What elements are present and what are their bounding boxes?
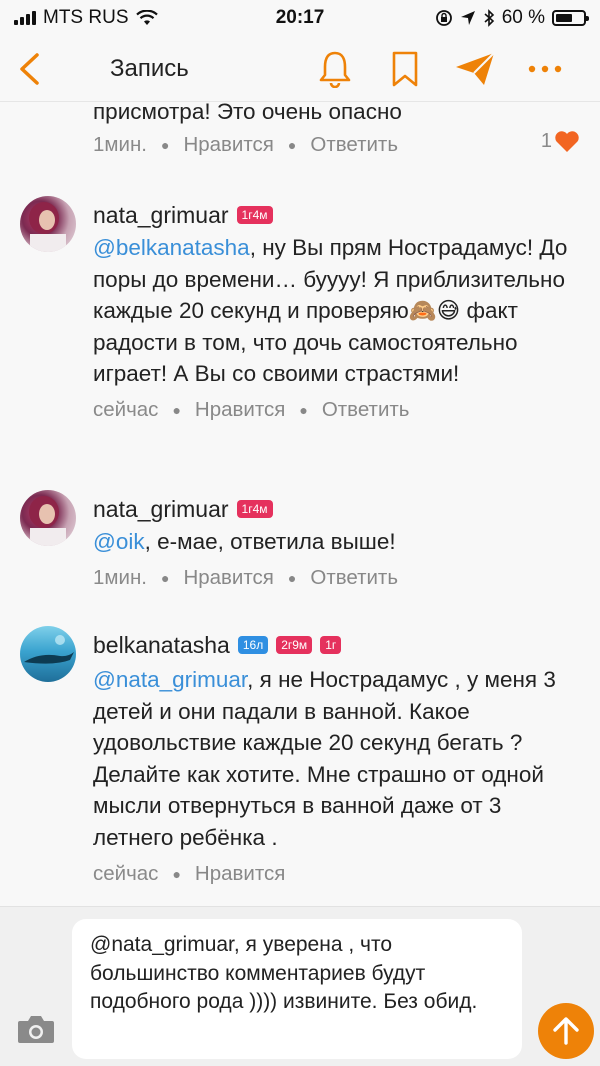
heart-icon: [555, 131, 579, 152]
comment-time: сейчас: [93, 397, 159, 421]
author-line: belkanatasha 16л 2г9м 1г: [93, 630, 583, 660]
navbar: Запись: [0, 36, 600, 102]
separator-dot: ●: [172, 401, 181, 418]
author-badge: 16л: [237, 636, 269, 654]
author-name[interactable]: nata_grimuar: [93, 202, 229, 229]
comment-meta: сейчас ● Нравится: [93, 859, 583, 889]
share-button[interactable]: [440, 36, 510, 102]
status-left: MTS RUS: [14, 7, 158, 29]
mention-link[interactable]: @belkanatasha: [93, 235, 250, 260]
bell-icon: [319, 51, 351, 88]
signal-icon: [14, 11, 36, 25]
separator-dot: ●: [287, 569, 297, 586]
back-button[interactable]: [0, 36, 58, 102]
comment-meta: сейчас ● Нравится ● Ответить: [93, 395, 583, 425]
comment-time: 1мин.: [93, 565, 147, 589]
bookmark-button[interactable]: [370, 36, 440, 102]
comment-text-part: , е-мае, ответила выше!: [144, 529, 396, 554]
comments-feed[interactable]: присмотра! Это очень опасно 1мин. ● Нрав…: [0, 102, 600, 906]
avatar-image: [29, 202, 66, 252]
avatar[interactable]: [20, 626, 76, 682]
reply-button[interactable]: Ответить: [310, 566, 398, 590]
avatar[interactable]: [20, 196, 76, 252]
separator-dot: ●: [172, 866, 181, 882]
author-line: nata_grimuar 1г4м: [93, 494, 583, 524]
nav-actions: [300, 36, 580, 102]
attach-photo-button[interactable]: [16, 1013, 56, 1049]
mention-link[interactable]: @oik: [93, 529, 145, 554]
bluetooth-icon: [484, 9, 494, 27]
mention-link[interactable]: @nata_grimuar: [93, 667, 247, 692]
more-button[interactable]: [510, 36, 580, 102]
battery-percent: 60 %: [501, 7, 545, 28]
author-line: nata_grimuar 1г4м: [93, 200, 583, 230]
comment-meta: 1мин. ● Нравится ● Ответить: [93, 563, 583, 593]
avatar-image: [24, 635, 74, 664]
carrier-label: MTS RUS: [43, 7, 129, 28]
comment-text: @belkanatasha, ну Вы прям Нострадамус! Д…: [93, 232, 583, 390]
like-button[interactable]: Нравится: [183, 566, 273, 590]
author-badge: 1г: [320, 636, 342, 654]
author-badge: 1г4м: [236, 500, 273, 518]
comment-composer: @nata_grimuar, я уверена , что большинст…: [0, 906, 600, 1066]
location-icon: [460, 11, 475, 25]
wifi-icon: [135, 10, 158, 25]
like-button[interactable]: Нравится: [183, 133, 273, 157]
like-button[interactable]: Нравится: [195, 398, 285, 422]
like-button[interactable]: Нравится: [195, 862, 285, 886]
reply-button[interactable]: Ответить: [322, 398, 410, 422]
emoji: 🙈😅: [408, 298, 461, 323]
separator-dot: ●: [160, 136, 170, 153]
comment-text-part: , я не Нострадамус , у меня 3 детей и он…: [93, 667, 556, 850]
back-icon: [20, 52, 39, 85]
page-title: Запись: [110, 54, 189, 82]
avatar-image: [29, 496, 66, 546]
status-bar: MTS RUS 20:17 60 %: [0, 0, 600, 36]
avatar[interactable]: [20, 490, 76, 546]
bookmark-icon: [392, 51, 418, 87]
comment-input[interactable]: @nata_grimuar, я уверена , что большинст…: [72, 919, 522, 1059]
camera-icon: [18, 1016, 54, 1043]
author-badge: 2г9м: [276, 636, 313, 654]
author-badge: 1г4м: [236, 206, 273, 224]
battery-icon: [552, 10, 589, 26]
comment-text: @nata_grimuar, я не Нострадамус , у меня…: [93, 664, 583, 853]
separator-dot: ●: [299, 401, 308, 418]
author-name[interactable]: nata_grimuar: [93, 496, 229, 523]
separator-dot: ●: [287, 136, 297, 153]
separator-dot: ●: [160, 569, 170, 586]
arrow-up-icon: [553, 1017, 579, 1045]
author-name[interactable]: belkanatasha: [93, 632, 230, 659]
notifications-button[interactable]: [300, 36, 370, 102]
comment-text: @oik, е-мае, ответила выше!: [93, 526, 583, 558]
like-count-value: 1: [540, 130, 552, 152]
status-right: 60 %: [435, 7, 589, 29]
comment-time: сейчас: [93, 862, 159, 885]
comment-meta: 1мин. ● Нравится ● Ответить: [93, 130, 583, 160]
like-count[interactable]: 1: [541, 130, 580, 153]
more-icon: [528, 65, 562, 73]
send-icon: [456, 52, 495, 85]
comment-time: 1мин.: [93, 132, 147, 156]
comment-text: присмотра! Это очень опасно: [93, 102, 402, 124]
send-comment-button[interactable]: [538, 1003, 594, 1059]
rotation-lock-icon: [435, 10, 452, 26]
reply-button[interactable]: Ответить: [310, 133, 398, 157]
